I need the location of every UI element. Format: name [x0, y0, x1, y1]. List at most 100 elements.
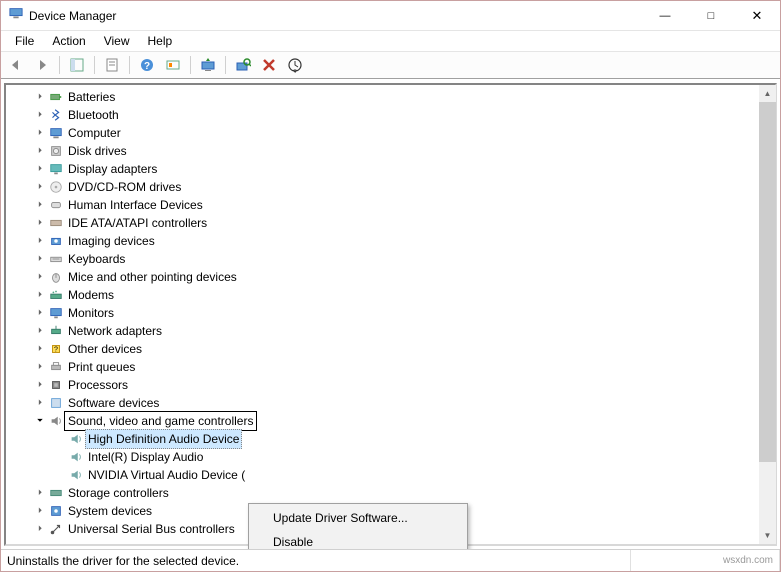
- uninstall-button[interactable]: [258, 54, 280, 76]
- tree-node[interactable]: ⏵IDE ATA/ATAPI controllers: [8, 214, 773, 232]
- menu-action[interactable]: Action: [44, 32, 93, 50]
- show-hide-console-tree-button[interactable]: [66, 54, 88, 76]
- expand-arrow-icon[interactable]: ⏵: [32, 125, 48, 141]
- expand-arrow-icon[interactable]: ⏵: [32, 485, 48, 501]
- no-arrow: [52, 467, 68, 483]
- toolbar-separator: [59, 56, 60, 74]
- tree-node[interactable]: ⏵Monitors: [8, 304, 773, 322]
- sound-icon: [48, 413, 64, 429]
- menubar: File Action View Help: [1, 31, 780, 51]
- print-icon: [48, 359, 64, 375]
- tree-node[interactable]: ⏵ Imaging devices: [8, 232, 773, 250]
- expand-arrow-icon[interactable]: ⏵: [32, 377, 48, 393]
- tree-node-label: NVIDIA Virtual Audio Device (: [88, 466, 245, 484]
- storage-icon: [48, 485, 64, 501]
- tree-node-label: Imaging devices: [68, 232, 155, 250]
- tree-node-label: High Definition Audio Device: [85, 429, 242, 449]
- tree-node-label: Keyboards: [68, 250, 125, 268]
- other-icon: ?: [48, 341, 64, 357]
- tree-node[interactable]: ⏵?Other devices: [8, 340, 773, 358]
- tree-node-label: Storage controllers: [68, 484, 169, 502]
- expand-arrow-icon[interactable]: ⏵: [32, 107, 48, 123]
- device-tree[interactable]: ⏵ Batteries ⏵ Bluetooth⏵Computer⏵Disk drive…: [6, 85, 775, 541]
- scroll-thumb[interactable]: [759, 102, 776, 462]
- tree-pane: ⏵ Batteries ⏵ Bluetooth⏵Computer⏵Disk drive…: [4, 83, 777, 546]
- expand-arrow-icon[interactable]: ⏵: [32, 359, 48, 375]
- menu-view[interactable]: View: [96, 32, 138, 50]
- expand-arrow-icon[interactable]: ⏵: [32, 143, 48, 159]
- menu-help[interactable]: Help: [140, 32, 181, 50]
- tree-node[interactable]: High Definition Audio Device: [8, 430, 773, 448]
- scan-hardware-button[interactable]: [232, 54, 254, 76]
- tree-node-label: Batteries: [68, 88, 115, 106]
- tree-node-label: System devices: [68, 502, 152, 520]
- tree-node[interactable]: ⏷Sound, video and game controllers: [8, 412, 773, 430]
- expand-arrow-icon[interactable]: ⏵: [32, 323, 48, 339]
- client-area: ⏵ Batteries ⏵ Bluetooth⏵Computer⏵Disk drive…: [1, 79, 780, 549]
- tree-node[interactable]: ⏵Disk drives: [8, 142, 773, 160]
- tree-node[interactable]: ⏵ Modems: [8, 286, 773, 304]
- tree-node[interactable]: ⏵ Bluetooth: [8, 106, 773, 124]
- tree-node[interactable]: ⏵Computer: [8, 124, 773, 142]
- expand-arrow-icon[interactable]: ⏵: [32, 215, 48, 231]
- tree-node[interactable]: ⏵ Keyboards: [8, 250, 773, 268]
- tree-node[interactable]: ⏵ Batteries: [8, 88, 773, 106]
- properties-button[interactable]: [101, 54, 123, 76]
- scroll-down-button[interactable]: ▼: [759, 527, 776, 544]
- vertical-scrollbar[interactable]: ▲ ▼: [759, 85, 776, 544]
- help-button[interactable]: ?: [136, 54, 158, 76]
- toolbar-separator: [129, 56, 130, 74]
- expand-arrow-icon[interactable]: ⏵: [32, 179, 48, 195]
- expand-arrow-icon[interactable]: ⏵: [32, 395, 48, 411]
- tree-node-label: Mice and other pointing devices: [68, 268, 237, 286]
- expand-arrow-icon[interactable]: ⏵: [32, 89, 48, 105]
- expand-arrow-icon[interactable]: ⏵: [32, 521, 48, 537]
- tree-node-label: Human Interface Devices: [68, 196, 203, 214]
- tree-node[interactable]: ⏵Software devices: [8, 394, 773, 412]
- expand-arrow-icon[interactable]: ⏵: [32, 233, 48, 249]
- back-button[interactable]: [5, 54, 27, 76]
- tree-node-label: Display adapters: [68, 160, 157, 178]
- tree-node[interactable]: ⏵ Human Interface Devices: [8, 196, 773, 214]
- menu-file[interactable]: File: [7, 32, 42, 50]
- expand-arrow-icon[interactable]: ⏵: [32, 197, 48, 213]
- tree-node[interactable]: ⏵ Storage controllers: [8, 484, 773, 502]
- tree-node-label: Modems: [68, 286, 114, 304]
- tree-node[interactable]: ⏵Network adapters: [8, 322, 773, 340]
- expand-arrow-icon[interactable]: ⏵: [32, 503, 48, 519]
- close-button[interactable]: ✕: [734, 1, 780, 31]
- tree-node[interactable]: ⏵DVD/CD-ROM drives: [8, 178, 773, 196]
- tree-node[interactable]: ⏵Print queues: [8, 358, 773, 376]
- maximize-button[interactable]: □: [688, 1, 734, 31]
- context-menu-item[interactable]: Update Driver Software...: [251, 506, 465, 530]
- update-driver-button[interactable]: [197, 54, 219, 76]
- expand-arrow-icon[interactable]: ⏵: [32, 251, 48, 267]
- disable-button[interactable]: [284, 54, 306, 76]
- toolbar-separator: [225, 56, 226, 74]
- watermark: wsxdn.com: [631, 550, 780, 571]
- expand-arrow-icon[interactable]: ⏵: [32, 161, 48, 177]
- bluetooth-icon: [48, 107, 64, 123]
- hid-icon: [48, 197, 64, 213]
- collapse-arrow-icon[interactable]: ⏷: [32, 413, 48, 429]
- tree-node[interactable]: ⏵Processors: [8, 376, 773, 394]
- expand-arrow-icon[interactable]: ⏵: [32, 269, 48, 285]
- expand-arrow-icon[interactable]: ⏵: [32, 287, 48, 303]
- system-icon: [48, 503, 64, 519]
- forward-button[interactable]: [31, 54, 53, 76]
- tree-node[interactable]: NVIDIA Virtual Audio Device (: [8, 466, 773, 484]
- disk-icon: [48, 143, 64, 159]
- keyboard-icon: [48, 251, 64, 267]
- toolbar: ?: [1, 51, 780, 79]
- usb-icon: [48, 521, 64, 537]
- scroll-up-button[interactable]: ▲: [759, 85, 776, 102]
- tree-node-label: Bluetooth: [68, 106, 119, 124]
- context-menu-item[interactable]: Disable: [251, 530, 465, 549]
- action-button[interactable]: [162, 54, 184, 76]
- minimize-button[interactable]: —: [642, 1, 688, 31]
- tree-node[interactable]: ⏵ Display adapters: [8, 160, 773, 178]
- expand-arrow-icon[interactable]: ⏵: [32, 341, 48, 357]
- tree-node[interactable]: ⏵ Mice and other pointing devices: [8, 268, 773, 286]
- tree-node[interactable]: Intel(R) Display Audio: [8, 448, 773, 466]
- expand-arrow-icon[interactable]: ⏵: [32, 305, 48, 321]
